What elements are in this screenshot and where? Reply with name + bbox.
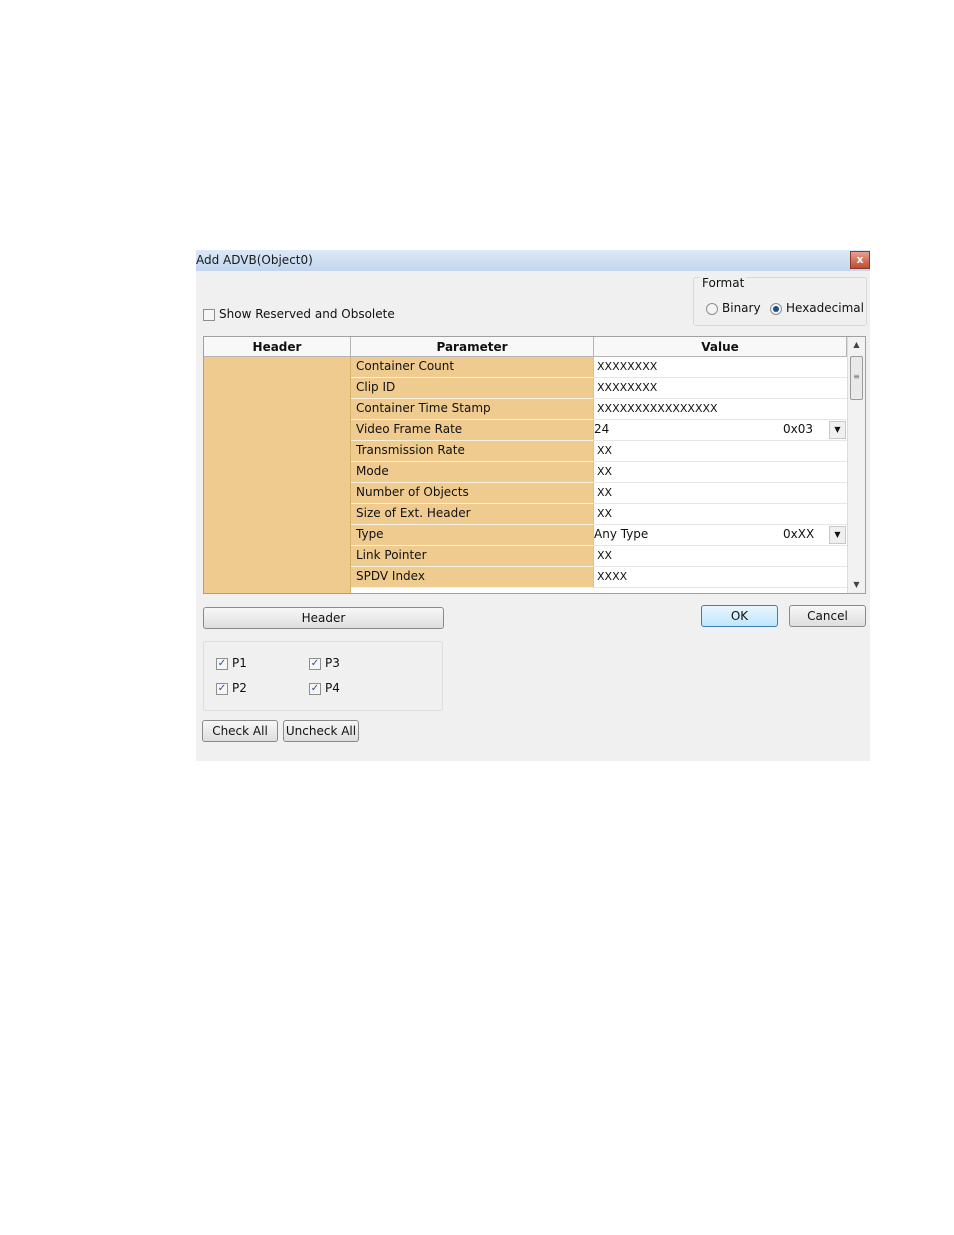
show-reserved-label: Show Reserved and Obsolete: [219, 307, 395, 321]
value-cell[interactable]: XXXXXXXX: [594, 357, 847, 378]
add-advb-dialog: Add ADVB(Object0) x Show Reserved and Ob…: [196, 250, 870, 761]
parameter-cell: Size of Ext. Header: [351, 504, 594, 525]
table-row: Type Any Type 0xXX ▼: [351, 525, 847, 546]
table-row: Number of Objects XX: [351, 483, 847, 504]
format-group: Format Binary Hexadecimal: [693, 276, 867, 326]
title-bar: Add ADVB(Object0) x: [196, 250, 870, 271]
grid-header-row: Header Parameter Value: [204, 337, 847, 357]
table-row: Clip ID XXXXXXXX: [351, 378, 847, 399]
value-cell[interactable]: XXXX: [594, 567, 847, 588]
parameter-cell: Video Frame Rate: [351, 420, 594, 441]
value-combo[interactable]: 24 0x03 ▼: [594, 420, 847, 441]
table-row: Link Pointer XX: [351, 546, 847, 567]
format-legend: Format: [700, 276, 747, 290]
combo-value: 24: [594, 422, 610, 436]
scroll-thumb[interactable]: ≡: [850, 356, 863, 400]
p2-label: P2: [232, 681, 247, 695]
close-icon: x: [856, 253, 864, 266]
table-row: Container Time Stamp XXXXXXXXXXXXXXXX: [351, 399, 847, 420]
parameter-cell: Number of Objects: [351, 483, 594, 504]
parameter-cell: Clip ID: [351, 378, 594, 399]
value-combo[interactable]: Any Type 0xXX ▼: [594, 525, 847, 546]
combo-hex-value: 0xXX: [783, 527, 815, 541]
value-cell[interactable]: XX: [594, 441, 847, 462]
dropdown-arrow-icon[interactable]: ▼: [829, 526, 846, 544]
table-row: Mode XX: [351, 462, 847, 483]
p3-checkbox[interactable]: ✓: [309, 658, 321, 670]
combo-value: Any Type: [594, 527, 649, 541]
hexadecimal-label: Hexadecimal: [786, 301, 864, 315]
parameter-cell: Transmission Rate: [351, 441, 594, 462]
vertical-scrollbar[interactable]: ▲ ≡ ▼: [847, 337, 865, 593]
parameter-cell: Type: [351, 525, 594, 546]
table-row: Size of Ext. Header XX: [351, 504, 847, 525]
column-header-parameter[interactable]: Parameter: [351, 337, 594, 357]
binary-label: Binary: [722, 301, 761, 315]
scroll-down-icon[interactable]: ▼: [848, 577, 865, 593]
check-all-button[interactable]: Check All: [202, 720, 278, 742]
scroll-up-icon[interactable]: ▲: [848, 337, 865, 353]
value-cell[interactable]: XX: [594, 546, 847, 567]
column-header-header[interactable]: Header: [204, 337, 351, 357]
p4-checkbox[interactable]: ✓: [309, 683, 321, 695]
parameter-cell: Container Count: [351, 357, 594, 378]
column-header-value[interactable]: Value: [594, 337, 847, 357]
parameter-cell: Mode: [351, 462, 594, 483]
packet-group: ✓ P1 ✓ P3 ✓ P2 ✓ P4: [203, 641, 443, 711]
cancel-button[interactable]: Cancel: [789, 605, 866, 627]
value-cell[interactable]: XX: [594, 462, 847, 483]
value-cell[interactable]: XXXXXXXX: [594, 378, 847, 399]
parameter-cell: Container Time Stamp: [351, 399, 594, 420]
binary-radio[interactable]: [706, 303, 718, 315]
uncheck-all-button[interactable]: Uncheck All: [283, 720, 359, 742]
value-cell[interactable]: XX: [594, 483, 847, 504]
p1-checkbox[interactable]: ✓: [216, 658, 228, 670]
close-button[interactable]: x: [850, 251, 870, 269]
parameter-cell: SPDV Index: [351, 567, 594, 588]
hexadecimal-radio[interactable]: [770, 303, 782, 315]
header-button[interactable]: Header: [203, 607, 444, 629]
table-row: Video Frame Rate 24 0x03 ▼: [351, 420, 847, 441]
ok-button[interactable]: OK: [701, 605, 778, 627]
p4-label: P4: [325, 681, 340, 695]
parameter-grid: Header Parameter Value Container Count X…: [203, 336, 866, 594]
table-row: SPDV Index XXXX: [351, 567, 847, 588]
dropdown-arrow-icon[interactable]: ▼: [829, 421, 846, 439]
dialog-title: Add ADVB(Object0): [196, 253, 313, 267]
p1-label: P1: [232, 656, 247, 670]
p2-checkbox[interactable]: ✓: [216, 683, 228, 695]
table-row: Container Count XXXXXXXX: [351, 357, 847, 378]
value-cell[interactable]: XXXXXXXXXXXXXXXX: [594, 399, 847, 420]
combo-hex-value: 0x03: [783, 422, 814, 436]
radio-selected-dot: [773, 306, 779, 312]
p3-label: P3: [325, 656, 340, 670]
show-reserved-checkbox[interactable]: [203, 309, 215, 321]
header-group-cell: [204, 357, 351, 593]
parameter-cell: Link Pointer: [351, 546, 594, 567]
value-cell[interactable]: XX: [594, 504, 847, 525]
table-row: Transmission Rate XX: [351, 441, 847, 462]
